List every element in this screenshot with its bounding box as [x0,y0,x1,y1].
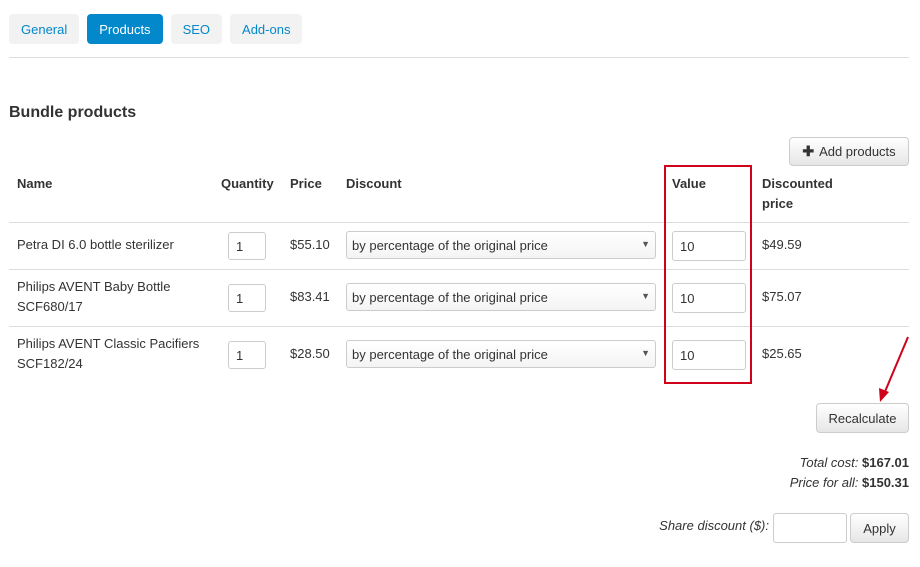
product-price: $28.50 [290,346,330,361]
product-name: Petra DI 6.0 bottle sterilizer [17,237,174,252]
column-header-discounted-price: Discounted price [762,174,833,214]
quantity-input[interactable] [228,341,266,369]
total-cost: Total cost: $167.01 [800,455,909,470]
tab-seo[interactable]: SEO [170,14,223,44]
discounted-price: $25.65 [762,346,802,361]
discount-value-input[interactable] [672,231,746,261]
column-header-discounted-price-line2: price [762,196,794,211]
recalculate-button[interactable]: Recalculate [816,403,909,433]
product-name: Philips AVENT Classic Pacifiers SCF182/2… [17,334,199,374]
product-price: $83.41 [290,289,330,304]
caret-down-icon: ▼ [641,348,650,358]
section-title: Bundle products [9,104,137,121]
total-cost-label: Total cost: [799,455,859,470]
product-name: Philips AVENT Baby Bottle SCF680/17 [17,277,170,317]
discounted-price: $49.59 [762,237,802,252]
discount-select-value: by percentage of the original price [352,237,548,253]
tab-bar: General Products SEO Add-ons [9,14,303,44]
add-products-label: Add products [819,144,896,159]
arrow-head [879,388,889,402]
caret-down-icon: ▼ [641,239,650,249]
tab-divider [9,57,909,58]
discount-value-input[interactable] [672,283,746,313]
quantity-input[interactable] [228,232,266,260]
arrow-shaft [883,336,909,395]
product-name-line1: Philips AVENT Classic Pacifiers [17,336,200,351]
caret-down-icon: ▼ [641,291,650,301]
tab-products[interactable]: Products [87,14,163,44]
discount-select[interactable]: by percentage of the original price ▼ [346,340,656,368]
row-divider [9,326,909,327]
column-header-quantity: Quantity [221,176,274,191]
plus-icon: ✚ [802,143,815,159]
share-discount-input[interactable] [773,513,847,543]
tab-general[interactable]: General [9,14,80,44]
column-header-discount: Discount [346,176,402,191]
arrow-annotation-icon [879,336,909,402]
discount-select-value: by percentage of the original price [352,289,548,305]
total-cost-value: $167.01 [862,455,909,470]
column-header-value: Value [672,176,706,191]
product-name-line2: SCF182/24 [17,356,83,371]
discounted-price: $75.07 [762,289,802,304]
tab-add-ons[interactable]: Add-ons [230,14,303,44]
apply-button[interactable]: Apply [850,513,909,543]
product-price: $55.10 [290,237,330,252]
product-name-line2: SCF680/17 [17,299,83,314]
column-header-name: Name [17,176,53,191]
discount-value-input[interactable] [672,340,746,370]
row-divider [9,269,909,270]
price-for-all-value: $150.31 [862,475,909,490]
discount-select[interactable]: by percentage of the original price ▼ [346,231,656,259]
product-name-line1: Philips AVENT Baby Bottle [17,279,171,294]
discount-select-value: by percentage of the original price [352,346,548,362]
price-for-all: Price for all: $150.31 [790,475,909,490]
share-discount-label: Share discount ($): [659,518,769,533]
row-divider [9,222,909,223]
quantity-input[interactable] [228,284,266,312]
add-products-button[interactable]: ✚ Add products [789,137,909,166]
price-for-all-label: Price for all: [789,475,859,490]
discount-select[interactable]: by percentage of the original price ▼ [346,283,656,311]
column-header-discounted-price-line1: Discounted [762,176,833,191]
column-header-price: Price [290,176,322,191]
